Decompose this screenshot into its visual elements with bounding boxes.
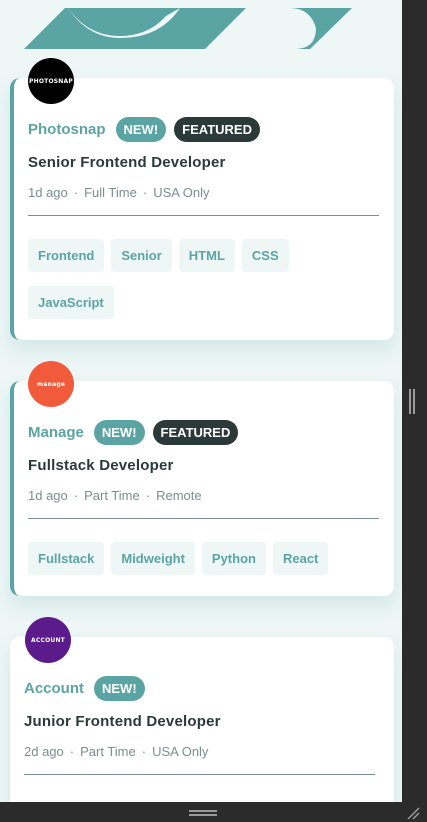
filter-tag[interactable]: Python [201, 542, 266, 575]
separator-dot: · [73, 488, 79, 503]
company-row: Manage NEW! FEATURED [28, 420, 246, 445]
company-name[interactable]: Photosnap [28, 121, 106, 138]
job-position-title[interactable]: Senior Frontend Developer [28, 154, 226, 171]
job-position-title[interactable]: Fullstack Developer [28, 457, 174, 474]
card-divider [28, 518, 379, 519]
logo-text: PHOTOSNAP [29, 77, 73, 85]
company-logo: manage [28, 361, 74, 407]
filter-tag[interactable]: Fullstack [28, 542, 105, 575]
horizontal-resize-handle[interactable] [189, 810, 217, 816]
logo-text: ACCOUNT [31, 636, 65, 644]
job-location: USA Only [152, 744, 209, 759]
tag-list: Fullstack Midweight Python React [28, 542, 383, 589]
job-position-title[interactable]: Junior Frontend Developer [24, 713, 221, 730]
job-meta: 1d ago · Full Time · USA Only [28, 185, 210, 200]
filter-tag[interactable]: React [272, 542, 329, 575]
vertical-resize-handle[interactable] [409, 389, 415, 414]
logo-text: manage [36, 380, 66, 388]
company-logo: ACCOUNT [25, 617, 71, 663]
separator-dot: · [141, 744, 147, 759]
separator-dot: · [142, 185, 148, 200]
filter-tag[interactable]: HTML [178, 239, 235, 272]
job-meta: 2d ago · Part Time · USA Only [24, 744, 208, 759]
contract-type: Full Time [84, 185, 137, 200]
job-location: Remote [156, 488, 202, 503]
featured-badge: FEATURED [152, 420, 239, 445]
header-pattern [10, 8, 394, 49]
separator-dot: · [145, 488, 151, 503]
page-viewport: PHOTOSNAP Photosnap NEW! FEATURED Senior… [0, 0, 402, 802]
job-card[interactable]: manage Manage NEW! FEATURED Fullstack De… [10, 361, 394, 596]
separator-dot: · [69, 744, 75, 759]
company-row: Account NEW! [24, 676, 153, 701]
separator-dot: · [73, 185, 79, 200]
new-badge: NEW! [115, 117, 167, 142]
card-divider [24, 774, 375, 775]
filter-tag[interactable]: Frontend [28, 239, 105, 272]
company-row: Photosnap NEW! FEATURED [28, 117, 268, 142]
company-logo: PHOTOSNAP [28, 58, 74, 104]
new-badge: NEW! [93, 420, 145, 445]
resize-grip-icon[interactable] [406, 806, 420, 820]
company-name[interactable]: Manage [28, 424, 84, 441]
job-card[interactable]: PHOTOSNAP Photosnap NEW! FEATURED Senior… [10, 58, 394, 340]
company-name[interactable]: Account [24, 680, 84, 697]
filter-tag[interactable]: JavaScript [28, 286, 114, 319]
job-meta: 1d ago · Part Time · Remote [28, 488, 202, 503]
contract-type: Part Time [84, 488, 140, 503]
job-location: USA Only [153, 185, 210, 200]
filter-tag[interactable]: Senior [111, 239, 172, 272]
posted-at: 2d ago [24, 744, 64, 759]
posted-at: 1d ago [28, 185, 68, 200]
header-banner [10, 8, 394, 49]
filter-tag[interactable]: Midweight [111, 542, 195, 575]
new-badge: NEW! [94, 676, 145, 701]
tag-list: Frontend Senior HTML CSS JavaScript [28, 239, 383, 333]
card-divider [28, 215, 379, 216]
job-card[interactable]: ACCOUNT Account NEW! Junior Frontend Dev… [10, 617, 394, 802]
posted-at: 1d ago [28, 488, 68, 503]
filter-tag[interactable]: CSS [241, 239, 289, 272]
featured-badge: FEATURED [174, 117, 260, 142]
contract-type: Part Time [80, 744, 136, 759]
